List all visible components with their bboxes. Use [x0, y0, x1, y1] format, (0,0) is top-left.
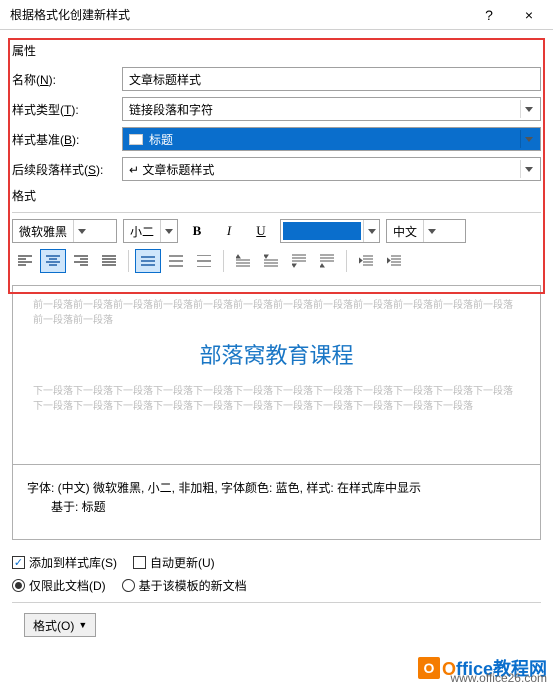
watermark-url: www.office26.com — [451, 671, 548, 685]
language-value: 中文 — [387, 223, 423, 240]
chevron-down-icon — [73, 220, 89, 242]
add-to-gallery-label: 添加到样式库(S) — [29, 554, 117, 571]
align-right-button[interactable] — [68, 249, 94, 273]
chevron-down-icon — [363, 220, 379, 242]
space-after-dec-button[interactable] — [314, 249, 340, 273]
description-box: 字体: (中文) 微软雅黑, 小二, 非加粗, 字体颜色: 蓝色, 样式: 在样… — [12, 465, 541, 540]
preview-box: 前一段落前一段落前一段落前一段落前一段落前一段落前一段落前一段落前一段落前一段落… — [12, 285, 541, 465]
format-menu-button[interactable]: 格式(O) ▼ — [24, 613, 96, 637]
watermark: O Office教程网 www.office26.com — [418, 655, 547, 681]
language-dropdown[interactable]: 中文 — [386, 219, 466, 243]
bold-button[interactable]: B — [184, 219, 210, 243]
style-base-combo[interactable]: 标题 — [122, 127, 541, 151]
preview-after-text: 下一段落下一段落下一段落下一段落下一段落下一段落下一段落下一段落下一段落下一段落… — [33, 384, 520, 414]
space-after-inc-button[interactable] — [286, 249, 312, 273]
chevron-down-icon — [520, 130, 536, 148]
auto-update-label: 自动更新(U) — [150, 554, 215, 571]
font-size-value: 小二 — [124, 223, 160, 240]
style-base-icon — [129, 134, 143, 145]
options-area: ✓ 添加到样式库(S) 自动更新(U) 仅限此文档(D) 基于该模板的新文档 — [12, 554, 541, 594]
line-spacing-1-button[interactable] — [135, 249, 161, 273]
underline-button[interactable]: U — [248, 219, 274, 243]
radio-icon — [122, 579, 135, 592]
separator — [223, 250, 224, 272]
next-style-row: 后续段落样式(S): ↵ 文章标题样式 — [12, 157, 541, 181]
add-to-gallery-checkbox[interactable]: ✓ 添加到样式库(S) — [12, 554, 117, 571]
preview-sample-title: 部落窝教育课程 — [33, 338, 520, 370]
format-toolbar-2 — [12, 249, 541, 273]
chevron-down-icon — [520, 160, 536, 178]
properties-section-label: 属性 — [12, 42, 541, 59]
align-center-button[interactable] — [40, 249, 66, 273]
watermark-icon: O — [418, 657, 440, 679]
this-document-radio[interactable]: 仅限此文档(D) — [12, 577, 106, 594]
window-title: 根据格式化创建新样式 — [10, 6, 469, 23]
check-icon — [133, 556, 146, 569]
divider — [12, 212, 541, 213]
close-button[interactable]: × — [509, 2, 549, 28]
description-line1: 字体: (中文) 微软雅黑, 小二, 非加粗, 字体颜色: 蓝色, 样式: 在样… — [27, 479, 526, 498]
divider — [12, 602, 541, 603]
style-type-label: 样式类型(T): — [12, 101, 122, 118]
caret-down-icon: ▼ — [78, 620, 87, 630]
indent-increase-button[interactable] — [381, 249, 407, 273]
preview-before-text: 前一段落前一段落前一段落前一段落前一段落前一段落前一段落前一段落前一段落前一段落… — [33, 298, 520, 328]
style-type-row: 样式类型(T): 链接段落和字符 — [12, 97, 541, 121]
indent-decrease-button[interactable] — [353, 249, 379, 273]
format-toolbar-1: 微软雅黑 小二 B I U 中文 — [12, 219, 541, 243]
separator — [128, 250, 129, 272]
description-line2: 基于: 标题 — [27, 498, 526, 517]
name-row: 名称(N): — [12, 67, 541, 91]
space-before-inc-button[interactable] — [230, 249, 256, 273]
next-style-value: ↵ 文章标题样式 — [129, 161, 520, 178]
help-button[interactable]: ? — [469, 2, 509, 28]
align-left-button[interactable] — [12, 249, 38, 273]
name-input[interactable] — [122, 67, 541, 91]
style-type-value: 链接段落和字符 — [129, 101, 520, 118]
format-section-label: 格式 — [12, 187, 541, 204]
chevron-down-icon — [520, 100, 536, 118]
next-style-combo[interactable]: ↵ 文章标题样式 — [122, 157, 541, 181]
name-label: 名称(N): — [12, 71, 122, 88]
align-justify-button[interactable] — [96, 249, 122, 273]
line-spacing-1-5-button[interactable] — [163, 249, 189, 273]
format-button-label: 格式(O) — [33, 617, 74, 634]
separator — [346, 250, 347, 272]
chevron-down-icon — [423, 220, 439, 242]
italic-button[interactable]: I — [216, 219, 242, 243]
font-color-dropdown[interactable] — [280, 219, 380, 243]
style-base-label: 样式基准(B): — [12, 131, 122, 148]
template-radio[interactable]: 基于该模板的新文档 — [122, 577, 247, 594]
style-base-value: 标题 — [149, 131, 520, 148]
title-bar: 根据格式化创建新样式 ? × — [0, 0, 553, 30]
font-size-dropdown[interactable]: 小二 — [123, 219, 178, 243]
check-icon: ✓ — [12, 556, 25, 569]
bottom-bar: 格式(O) ▼ — [12, 609, 541, 643]
chevron-down-icon — [160, 220, 176, 242]
color-swatch — [283, 222, 361, 240]
auto-update-checkbox[interactable]: 自动更新(U) — [133, 554, 215, 571]
radio-icon — [12, 579, 25, 592]
font-family-dropdown[interactable]: 微软雅黑 — [12, 219, 117, 243]
template-label: 基于该模板的新文档 — [139, 577, 247, 594]
font-family-value: 微软雅黑 — [13, 223, 73, 240]
style-type-combo[interactable]: 链接段落和字符 — [122, 97, 541, 121]
this-document-label: 仅限此文档(D) — [29, 577, 106, 594]
style-base-row: 样式基准(B): 标题 — [12, 127, 541, 151]
line-spacing-2-button[interactable] — [191, 249, 217, 273]
space-before-dec-button[interactable] — [258, 249, 284, 273]
next-style-label: 后续段落样式(S): — [12, 161, 122, 178]
